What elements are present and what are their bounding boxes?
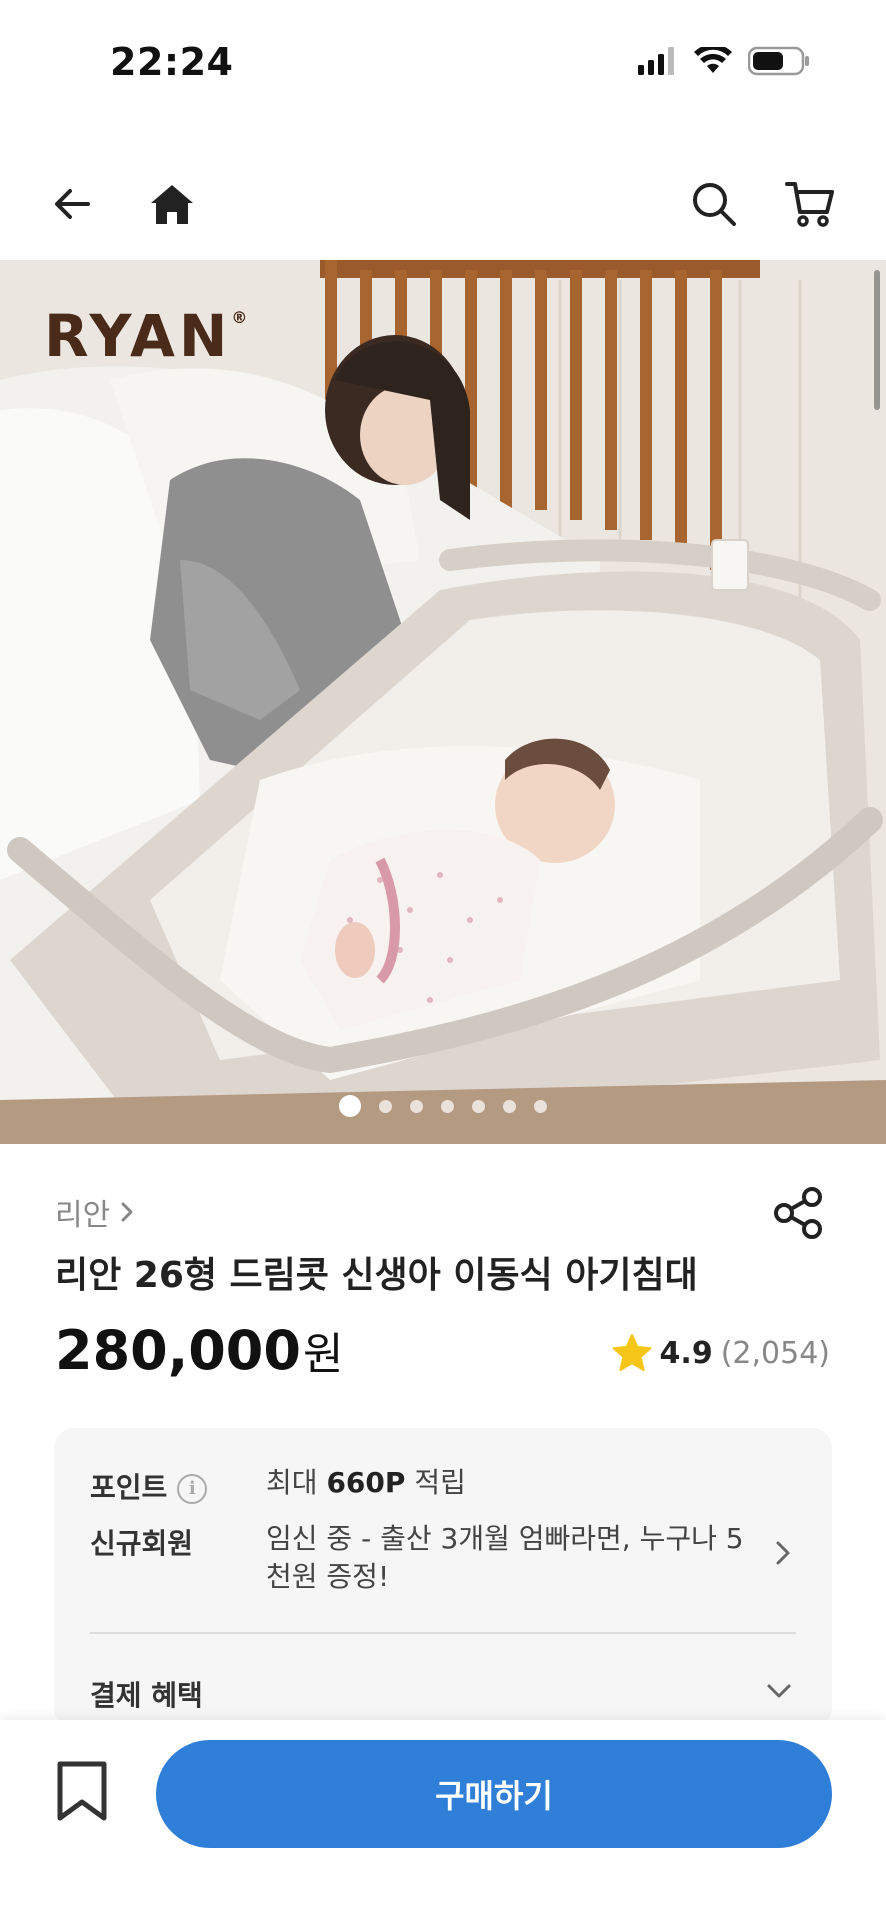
chevron-right-icon[interactable] [768,1538,798,1568]
top-nav-bar [0,150,886,260]
new-member-value[interactable]: 임신 중 - 출산 3개월 엄빠라면, 누구나 5천원 증정! [266,1520,756,1596]
brand-name: 리안 [55,1198,111,1233]
carousel-dot[interactable] [339,1095,361,1117]
product-title: 리안 26형 드림콧 신생아 이동식 아기침대 [55,1255,698,1296]
home-icon [151,185,193,224]
carousel-dot[interactable] [503,1099,516,1113]
wifi-icon [694,47,732,73]
cart-icon [785,182,834,227]
home-button[interactable] [140,172,204,236]
price-amount: 280,000 [55,1319,301,1382]
carousel-dot[interactable] [379,1099,392,1113]
points-amount: 660P [326,1466,406,1499]
carousel-dot[interactable] [472,1099,485,1113]
image-scroll-indicator [874,270,880,410]
carousel-dot[interactable] [441,1099,454,1113]
bookmark-button[interactable] [54,1760,110,1824]
points-label: 포인트 i [90,1466,208,1506]
points-prefix: 최대 [266,1466,318,1499]
carousel-dot[interactable] [410,1099,423,1113]
product-rating[interactable]: 4.9 (2,054) [612,1334,830,1372]
chevron-down-icon[interactable] [764,1676,794,1706]
benefit-box: 포인트 i 최대 660P 적립 신규회원 임신 중 - 출산 3개월 엄빠라면,… [54,1428,832,1728]
points-label-text: 포인트 [90,1471,168,1504]
payment-benefit-label[interactable]: 결제 혜택 [90,1674,203,1714]
points-value: 최대 660P 적립 [266,1464,466,1502]
product-image-carousel[interactable]: RYAN® [0,260,886,1144]
signal-icon [638,47,674,75]
product-photo [0,260,886,1144]
status-bar: 22:24 [0,0,886,130]
buy-button[interactable]: 구매하기 [156,1740,832,1848]
points-suffix: 적립 [414,1466,466,1499]
new-member-label: 신규회원 [90,1527,194,1560]
arrow-left-icon [55,189,90,219]
search-button[interactable] [682,172,746,236]
price-unit: 원 [302,1329,344,1380]
cart-button[interactable] [778,172,842,236]
status-icons [638,46,810,76]
share-icon [774,1187,822,1239]
brand-link[interactable]: 리안 [55,1190,136,1234]
registered-mark: ® [231,308,248,327]
divider [90,1632,796,1634]
brand-logo: RYAN® [44,302,247,370]
bottom-action-bar: 구매하기 [0,1720,886,1920]
review-count: (2,054) [720,1335,830,1371]
rating-score: 4.9 [659,1335,713,1371]
carousel-dots [0,1095,886,1117]
brand-logo-text: RYAN [44,302,232,370]
battery-icon [748,46,809,76]
search-icon [693,183,736,226]
share-button[interactable] [772,1186,826,1240]
status-time: 22:24 [110,40,234,84]
product-price: 280,000원 [55,1318,343,1382]
bookmark-icon [57,1761,107,1821]
info-icon[interactable]: i [177,1474,208,1504]
carousel-dot[interactable] [534,1099,547,1113]
back-button[interactable] [40,172,104,236]
star-icon [612,1334,652,1371]
chevron-right-icon [121,1202,133,1222]
